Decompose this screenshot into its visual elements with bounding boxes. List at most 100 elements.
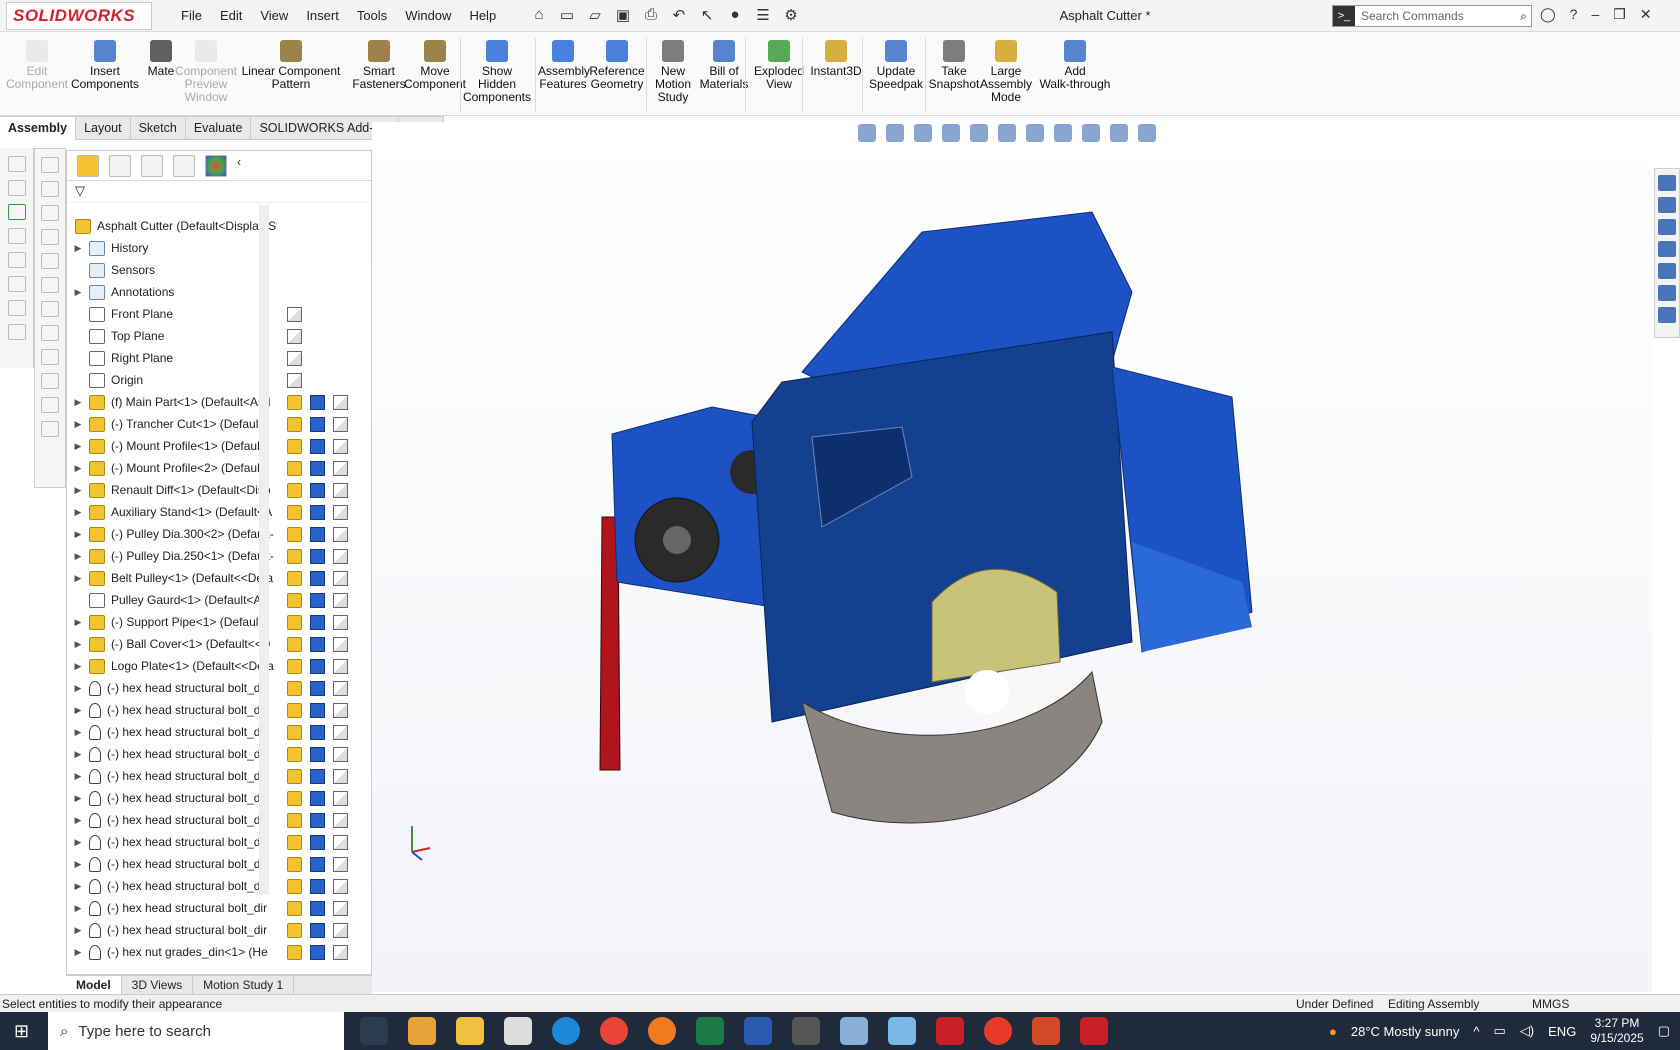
display-state-icon[interactable] bbox=[287, 878, 302, 894]
network-icon[interactable]: ▭ bbox=[1494, 1023, 1506, 1039]
appearance-icon[interactable] bbox=[333, 592, 348, 608]
visibility-icon[interactable] bbox=[310, 856, 325, 872]
edge-icon[interactable] bbox=[552, 1017, 580, 1045]
block-icon[interactable] bbox=[41, 253, 59, 269]
tree-scrollbar[interactable] bbox=[259, 205, 269, 895]
view-settings-icon[interactable] bbox=[1138, 124, 1156, 142]
section-view-icon[interactable] bbox=[942, 124, 960, 142]
weather-text[interactable]: 28°C Mostly sunny bbox=[1351, 1024, 1460, 1039]
display-state-icon[interactable] bbox=[287, 746, 302, 762]
appearance-icon[interactable] bbox=[333, 922, 348, 938]
appearance-icon[interactable] bbox=[333, 548, 348, 564]
visibility-icon[interactable] bbox=[310, 724, 325, 740]
expand-arrow-icon[interactable]: ▶ bbox=[71, 859, 85, 870]
expand-arrow-icon[interactable]: ▶ bbox=[71, 903, 85, 914]
display-state-icon[interactable] bbox=[287, 944, 302, 960]
notifications-icon[interactable]: ▢ bbox=[1658, 1023, 1670, 1039]
tab-assembly[interactable]: Assembly bbox=[0, 116, 77, 140]
display-state-icon[interactable] bbox=[287, 680, 302, 696]
tree-item[interactable]: ▶ (-) Mount Profile<1> (Default- bbox=[67, 435, 277, 457]
tree-item[interactable]: ▶ History bbox=[67, 237, 277, 259]
graphics-area[interactable] bbox=[372, 122, 1652, 992]
tree-item[interactable]: Top Plane bbox=[67, 325, 277, 347]
tree-item[interactable]: ▶ (-) hex head structural bolt_dir bbox=[67, 809, 277, 831]
tree-item[interactable]: ▶ (-) hex head structural bolt_dir bbox=[67, 743, 277, 765]
help-icon[interactable]: ? bbox=[1570, 6, 1578, 23]
feature-tree-tab-icon[interactable] bbox=[77, 154, 99, 177]
appearance-icon[interactable] bbox=[333, 482, 348, 498]
expand-arrow-icon[interactable]: ▶ bbox=[71, 815, 85, 826]
visibility-icon[interactable] bbox=[310, 878, 325, 894]
visibility-icon[interactable] bbox=[310, 680, 325, 696]
visibility-icon[interactable] bbox=[310, 768, 325, 784]
ribbon-button-snapshot[interactable]: Take Snapshot bbox=[926, 40, 982, 91]
appearance-icon[interactable] bbox=[333, 724, 348, 740]
file-properties-icon[interactable]: ☰ bbox=[752, 6, 774, 26]
view-orientation-icon[interactable] bbox=[998, 124, 1016, 142]
tree-item[interactable]: ▶ (-) hex head structural bolt_dir bbox=[67, 765, 277, 787]
forum-icon[interactable] bbox=[1658, 307, 1676, 323]
visibility-icon[interactable] bbox=[310, 504, 325, 520]
visibility-icon[interactable] bbox=[310, 526, 325, 542]
expand-arrow-icon[interactable]: ▶ bbox=[71, 771, 85, 782]
appearance-icon[interactable] bbox=[333, 658, 348, 674]
ribbon-button-insert-components[interactable]: Insert Components bbox=[70, 40, 140, 91]
expand-arrow-icon[interactable]: ▶ bbox=[71, 463, 85, 474]
tree-item[interactable]: ▶ (-) hex head structural bolt_dir bbox=[67, 831, 277, 853]
taskbar-search[interactable]: ⌕ Type here to search bbox=[48, 1012, 344, 1050]
appearance-icon[interactable] bbox=[333, 570, 348, 586]
display-state-icon[interactable] bbox=[287, 702, 302, 718]
tree-item[interactable]: Asphalt Cutter (Default<Display St bbox=[67, 215, 277, 237]
visibility-icon[interactable] bbox=[310, 548, 325, 564]
filter-icon[interactable]: ▽ bbox=[75, 183, 85, 198]
tree-item[interactable]: ▶ (-) hex head structural bolt_dir bbox=[67, 919, 277, 941]
visibility-icon[interactable] bbox=[310, 592, 325, 608]
appearance-icon[interactable] bbox=[333, 636, 348, 652]
appearance-icon[interactable] bbox=[333, 812, 348, 828]
display-state-icon[interactable] bbox=[287, 768, 302, 784]
tree-item[interactable]: ▶ (-) Trancher Cut<1> (Default< bbox=[67, 413, 277, 435]
appearance-icon[interactable] bbox=[333, 856, 348, 872]
tree-item[interactable]: ▶ (-) hex head structural bolt_dir bbox=[67, 897, 277, 919]
appearance-icon[interactable] bbox=[333, 790, 348, 806]
expand-arrow-icon[interactable]: ▶ bbox=[71, 485, 85, 496]
visibility-icon[interactable] bbox=[310, 636, 325, 652]
solidworks-2019-icon[interactable] bbox=[936, 1017, 964, 1045]
weld-symbol-icon[interactable] bbox=[7, 252, 26, 268]
taskbar-search-input[interactable]: Type here to search bbox=[78, 1023, 211, 1040]
previous-view-icon[interactable] bbox=[914, 124, 932, 142]
ribbon-button-exploded-view[interactable]: Exploded View bbox=[750, 40, 808, 91]
appearance-icon[interactable] bbox=[333, 702, 348, 718]
format-painter-icon[interactable] bbox=[41, 373, 59, 389]
edit-appearance-icon[interactable] bbox=[1082, 124, 1100, 142]
visibility-icon[interactable] bbox=[310, 900, 325, 916]
property-manager-tab-icon[interactable] bbox=[109, 154, 131, 177]
display-state-icon[interactable] bbox=[287, 636, 302, 652]
menu-item-view[interactable]: View bbox=[251, 8, 297, 23]
tree-item[interactable]: ▶ (-) Mount Profile<2> (Default- bbox=[67, 457, 277, 479]
appearance-icon[interactable] bbox=[333, 900, 348, 916]
cosmetic-thread-icon[interactable] bbox=[41, 421, 59, 437]
mail-icon[interactable] bbox=[504, 1017, 532, 1045]
visibility-icon[interactable] bbox=[310, 922, 325, 938]
file-explorer-icon[interactable] bbox=[1658, 219, 1676, 235]
rebuild-icon[interactable]: ● bbox=[724, 6, 746, 26]
visibility-icon[interactable] bbox=[310, 746, 325, 762]
expand-arrow-icon[interactable]: ▶ bbox=[71, 551, 85, 562]
expand-arrow-icon[interactable]: ▶ bbox=[71, 947, 85, 958]
menu-item-insert[interactable]: Insert bbox=[297, 8, 348, 23]
appearances-icon[interactable] bbox=[1658, 263, 1676, 279]
appearance-icon[interactable] bbox=[333, 394, 348, 410]
ribbon-button-linear-pattern[interactable]: Linear Component Pattern bbox=[238, 40, 344, 91]
tree-item[interactable]: ▶ Belt Pulley<1> (Default<<Defa bbox=[67, 567, 277, 589]
expand-arrow-icon[interactable]: ▶ bbox=[71, 617, 85, 628]
display-state-icon[interactable] bbox=[287, 790, 302, 806]
tree-item[interactable]: Front Plane bbox=[67, 303, 277, 325]
expand-arrow-icon[interactable]: ▶ bbox=[71, 705, 85, 716]
display-state-icon[interactable] bbox=[287, 658, 302, 674]
geometric-tolerance-icon[interactable] bbox=[7, 300, 26, 316]
display-state-icon[interactable] bbox=[287, 526, 302, 542]
visibility-icon[interactable] bbox=[310, 570, 325, 586]
solidworks-logo[interactable]: SOLIDWORKS bbox=[6, 2, 152, 30]
ribbon-button-edit-component[interactable]: Edit Component bbox=[4, 40, 70, 91]
